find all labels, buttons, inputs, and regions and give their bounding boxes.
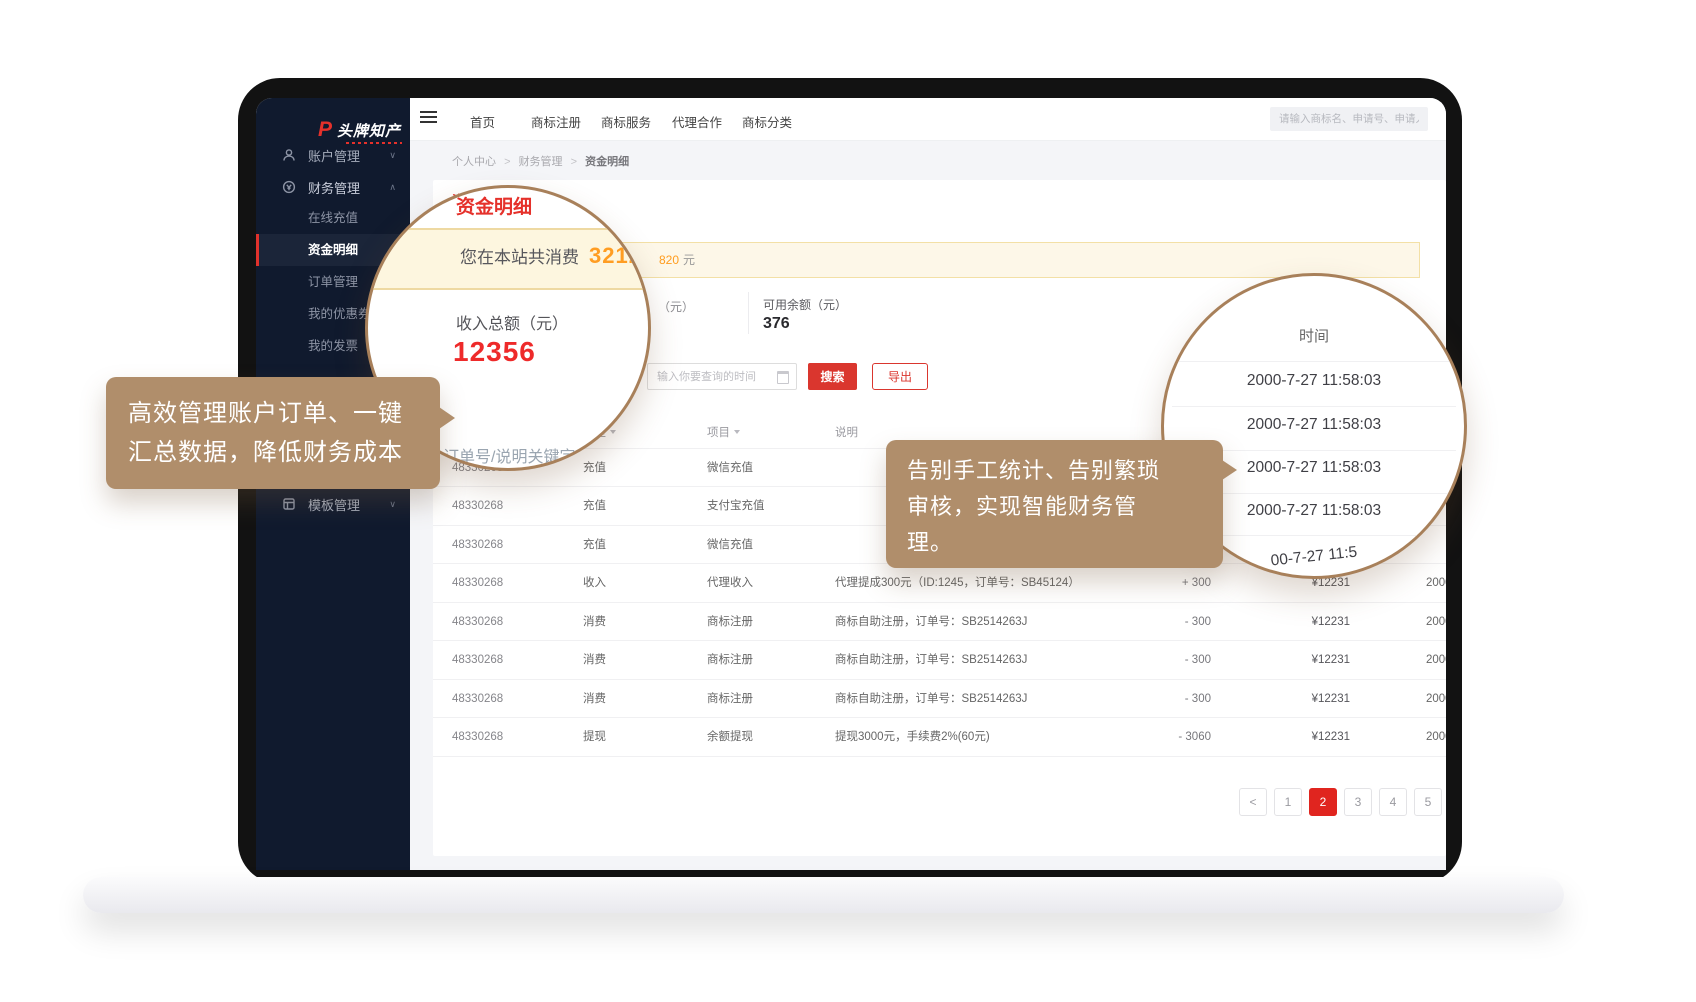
table-row: 48330268 消费 商标注册 商标自助注册，订单号：SB2514263J -…: [433, 640, 1446, 680]
brand-logo-icon: P: [318, 118, 332, 142]
magnified-card-title: 资金明细: [456, 192, 532, 219]
pagination-page-1[interactable]: 1: [1274, 788, 1302, 816]
screenshot-stage: P 头牌知产 账户管理 ∨ 财务管理 ∧ 在线充值: [0, 0, 1696, 1002]
sidebar-item-label: 财务管理: [308, 178, 360, 197]
search-button[interactable]: 搜索: [808, 363, 857, 390]
template-icon: [282, 497, 296, 511]
tooltip-left: 高效管理账户订单、一键 汇总数据，降低财务成本: [106, 377, 440, 489]
breadcrumb-separator: >: [571, 156, 577, 168]
breadcrumb-separator: >: [504, 156, 510, 168]
tooltip-text: 汇总数据，降低财务成本: [128, 433, 440, 472]
consumption-amount: 820元: [659, 243, 695, 277]
sidebar-item-label: 账户管理: [308, 146, 360, 165]
row-divider: [1172, 361, 1456, 362]
magnified-time-value: 2000-7-27 11:58:03: [1164, 416, 1464, 434]
table-row: 48330268 提现 余额提现 提现3000元，手续费2%(60元) - 30…: [433, 717, 1446, 757]
stat-divider: [748, 292, 749, 334]
column-header-project[interactable]: 项目: [707, 424, 740, 440]
pagination-page-3[interactable]: 3: [1344, 788, 1372, 816]
tooltip-arrow: [439, 407, 455, 429]
export-button[interactable]: 导出: [872, 363, 928, 390]
breadcrumb: 个人中心 > 财务管理 > 资金明细: [452, 153, 629, 169]
balance-value: 376: [763, 315, 790, 333]
magnified-income-value: 12356: [453, 336, 536, 368]
user-icon: [282, 148, 296, 162]
sidebar-item-account[interactable]: 账户管理 ∨: [256, 145, 410, 165]
table-row: 48330268 消费 商标注册 商标自助注册，订单号：SB2514263J -…: [433, 602, 1446, 642]
tooltip-text: 理。: [907, 525, 1223, 561]
magnified-order-column-header: 订单号/说明关键字: [443, 443, 575, 467]
date-query-input[interactable]: [647, 363, 797, 390]
tooltip-right: 告别手工统计、告别繁琐 审核，实现智能财务管 理。: [886, 440, 1223, 568]
hamburger-menu-icon[interactable]: [420, 111, 437, 125]
tooltip-text: 告别手工统计、告别繁琐: [907, 453, 1223, 489]
nav-trademark-register[interactable]: 商标注册: [531, 112, 581, 131]
tooltip-text: 审核，实现智能财务管: [907, 489, 1223, 525]
brand-logo[interactable]: P 头牌知产: [318, 118, 401, 142]
tooltip-text: 高效管理账户订单、一键: [128, 394, 440, 433]
magnified-income-label: 收入总额（元）: [456, 310, 568, 334]
chevron-down-icon: ∨: [389, 150, 396, 161]
expense-unit-label: （元）: [658, 298, 694, 315]
magnified-time-column-header: 时间: [1164, 325, 1464, 346]
breadcrumb-finance[interactable]: 财务管理: [519, 156, 563, 168]
calendar-icon: [777, 371, 789, 384]
column-header-desc: 说明: [835, 424, 858, 440]
pagination-page-2-active[interactable]: 2: [1309, 788, 1337, 816]
table-bottom-border: [433, 756, 1446, 757]
sidebar-item-template[interactable]: 模板管理 ∨: [256, 494, 410, 514]
breadcrumb-current: 资金明细: [585, 156, 629, 168]
balance-label: 可用余额（元）: [763, 296, 847, 313]
brand-name: 头牌知产: [337, 120, 401, 141]
sort-caret-icon: [610, 430, 616, 434]
brand-tagline-decoration: [346, 142, 402, 144]
finance-icon: [282, 180, 296, 194]
pagination-prev-button[interactable]: <: [1239, 788, 1267, 816]
breadcrumb-personal-center[interactable]: 个人中心: [452, 156, 496, 168]
pagination: < 1 2 3 4 5: [1239, 788, 1442, 816]
row-divider: [1172, 406, 1456, 407]
nav-agent-cooperation[interactable]: 代理合作: [672, 112, 722, 131]
magnified-time-value: 2000-7-27 11:58:03: [1164, 372, 1464, 390]
table-row: 48330268 消费 商标注册 商标自助注册，订单号：SB2514263J -…: [433, 679, 1446, 719]
chevron-up-icon: ∧: [389, 182, 396, 193]
top-navbar: 首页 商标注册 商标服务 代理合作 商标分类: [410, 98, 1446, 141]
sort-caret-icon: [734, 430, 740, 434]
laptop-base: [83, 877, 1564, 913]
trademark-search-input[interactable]: [1270, 107, 1428, 131]
sidebar-item-label: 模板管理: [308, 495, 360, 514]
sidebar-item-finance[interactable]: 财务管理 ∧: [256, 177, 410, 197]
nav-trademark-category[interactable]: 商标分类: [742, 112, 792, 131]
nav-trademark-service[interactable]: 商标服务: [601, 112, 651, 131]
nav-home[interactable]: 首页: [470, 112, 495, 131]
magnified-notice-text: 您在本站共消费 32124: [460, 243, 651, 269]
chevron-down-icon: ∨: [389, 499, 396, 510]
tooltip-arrow: [1222, 460, 1237, 480]
pagination-page-4[interactable]: 4: [1379, 788, 1407, 816]
magnified-consumption-amount: 32124: [589, 243, 651, 269]
pagination-page-5[interactable]: 5: [1414, 788, 1442, 816]
